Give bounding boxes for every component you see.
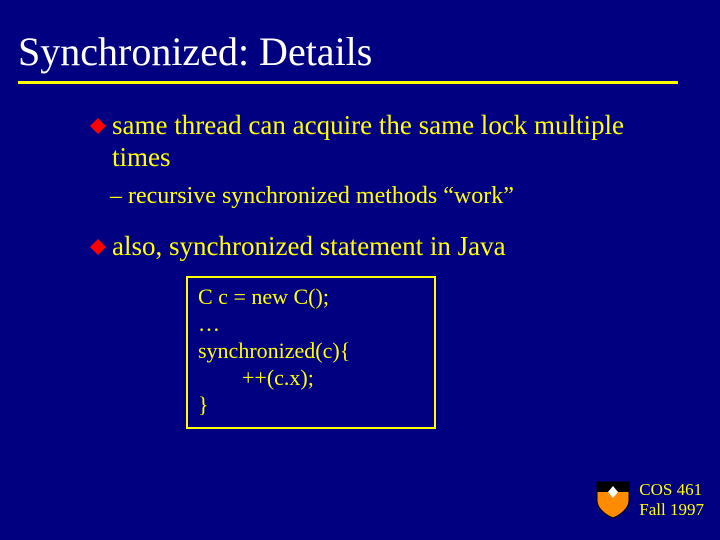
diamond-bullet-icon	[90, 118, 106, 134]
bullet-text: same thread can acquire the same lock mu…	[112, 110, 650, 174]
title-underline	[18, 81, 678, 84]
bullet-item: also, synchronized statement in Java	[90, 231, 650, 263]
diamond-bullet-icon	[90, 239, 106, 255]
footer-course: COS 461	[639, 480, 702, 499]
footer-term: Fall 1997	[639, 500, 704, 519]
sub-bullet: – recursive synchronized methods “work”	[110, 182, 650, 211]
bullet-text: also, synchronized statement in Java	[112, 231, 506, 263]
title-block: Synchronized: Details	[0, 0, 720, 84]
shield-icon	[595, 480, 631, 520]
footer-text: COS 461 Fall 1997	[639, 480, 704, 519]
slide-content: same thread can acquire the same lock mu…	[90, 110, 650, 429]
slide-title: Synchronized: Details	[18, 28, 720, 75]
bullet-item: same thread can acquire the same lock mu…	[90, 110, 650, 174]
code-box: C c = new C(); … synchronized(c){ ++(c.x…	[186, 276, 436, 428]
slide-footer: COS 461 Fall 1997	[595, 480, 704, 520]
